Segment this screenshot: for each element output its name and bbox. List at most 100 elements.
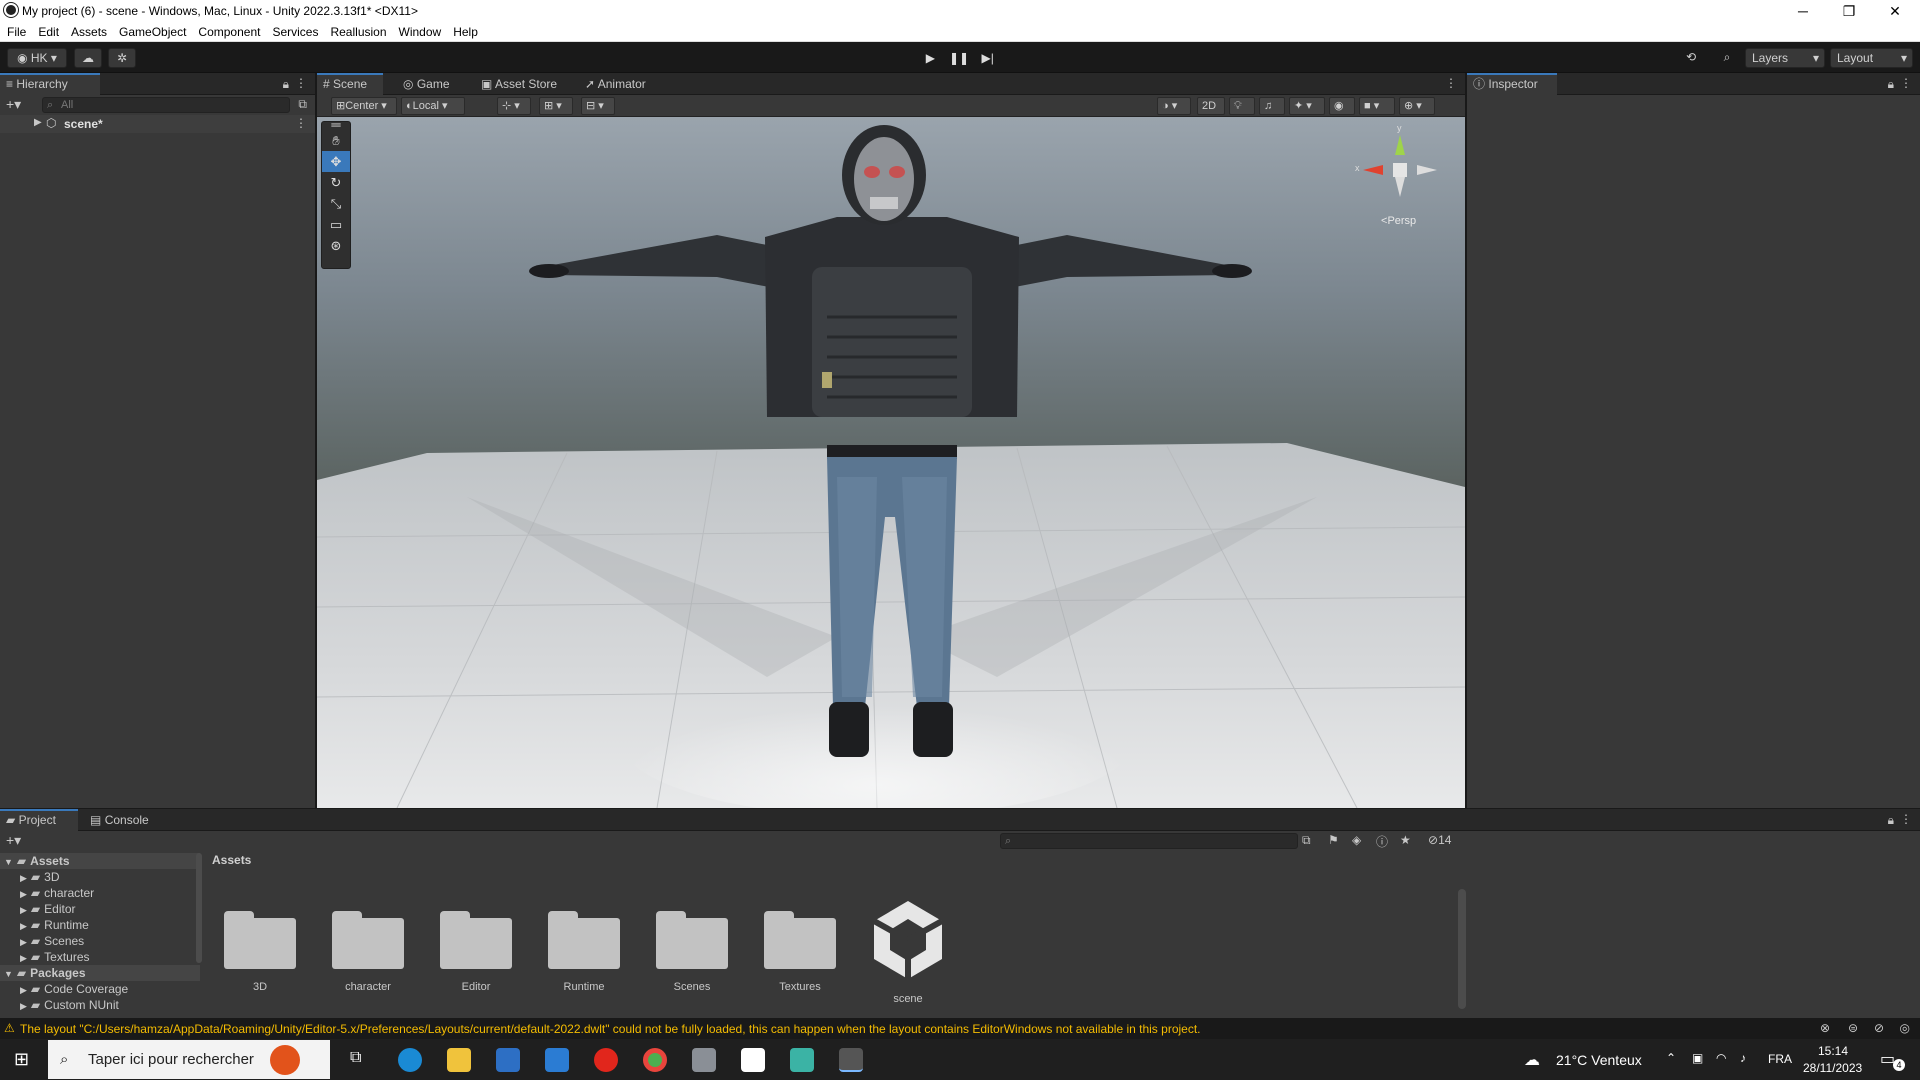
- cache-icon[interactable]: ⊜: [1848, 1021, 1858, 1035]
- menu-help[interactable]: Help: [446, 22, 483, 39]
- menu-file[interactable]: File: [0, 22, 31, 39]
- maximize-button[interactable]: ❐: [1826, 0, 1872, 22]
- collapsed-arrow-icon[interactable]: ▶: [20, 937, 27, 947]
- menu-gameobject[interactable]: GameObject: [112, 22, 191, 39]
- lighting-toggle[interactable]: 💡︎: [1229, 97, 1255, 115]
- search-icon[interactable]: ⌕: [1713, 48, 1741, 68]
- tab-inspector[interactable]: ⓘ Inspector: [1467, 73, 1557, 95]
- project-tree-item[interactable]: ▶ ▰ Code Coverage: [0, 981, 200, 997]
- asset-item[interactable]: Runtime: [534, 911, 634, 993]
- audio-toggle[interactable]: ♫: [1259, 97, 1285, 115]
- windows-start-icon[interactable]: ⊞: [14, 1049, 29, 1070]
- clock-date[interactable]: 28/11/2023: [1803, 1061, 1862, 1075]
- assets-breadcrumb[interactable]: Assets: [212, 853, 251, 867]
- move-tool-button[interactable]: ✥: [322, 151, 350, 172]
- project-tree-item[interactable]: ▶ ▰ Editor: [0, 901, 200, 917]
- file-explorer-icon[interactable]: [447, 1048, 471, 1072]
- hierarchy-search-input[interactable]: ⌕ All: [42, 97, 290, 113]
- volume-icon[interactable]: ♪: [1740, 1051, 1746, 1065]
- unity-hub-icon[interactable]: [741, 1048, 765, 1072]
- tab-hierarchy[interactable]: ≡ Hierarchy: [0, 73, 100, 95]
- menu-component[interactable]: Component: [191, 22, 265, 39]
- project-search-input[interactable]: ⌕: [1000, 833, 1298, 849]
- step-button[interactable]: ▶|: [973, 48, 1002, 68]
- label-icon[interactable]: ◈: [1352, 833, 1361, 847]
- collapsed-arrow-icon[interactable]: ▶: [20, 953, 27, 963]
- language-indicator[interactable]: FRA: [1768, 1052, 1792, 1066]
- favorite-icon[interactable]: ★: [1400, 833, 1411, 847]
- increment-snap[interactable]: ⊟ ▾: [581, 97, 615, 115]
- project-tree-item[interactable]: ▶ ▰ character: [0, 885, 200, 901]
- opera-icon[interactable]: [594, 1048, 618, 1072]
- scene-viewport[interactable]: ═ ✋︎ ✥ ↻ ⤡ ▭ ⊛ y x <Persp: [317, 117, 1465, 808]
- collapsed-arrow-icon[interactable]: ▶: [20, 921, 27, 931]
- tab-scene[interactable]: # Scene: [317, 73, 383, 95]
- menu-reallusion[interactable]: Reallusion: [323, 22, 391, 39]
- tab-game[interactable]: ◎ Game: [397, 73, 458, 95]
- wifi-icon[interactable]: ◠: [1716, 1051, 1726, 1065]
- collapsed-arrow-icon[interactable]: ▶: [20, 873, 27, 883]
- character-creator-icon[interactable]: [692, 1048, 716, 1072]
- history-icon[interactable]: ⟲: [1677, 48, 1705, 68]
- minimize-button[interactable]: ─: [1780, 0, 1826, 22]
- tab-animator[interactable]: ➚ Animator: [579, 73, 654, 95]
- asset-item[interactable]: Textures: [750, 911, 850, 993]
- snap-toggle[interactable]: ⊹ ▾: [497, 97, 531, 115]
- edge-icon[interactable]: [398, 1048, 422, 1072]
- projection-label[interactable]: <Persp: [1381, 215, 1416, 227]
- collapsed-arrow-icon[interactable]: ▶: [20, 1001, 27, 1011]
- asset-item[interactable]: Editor: [426, 911, 526, 993]
- project-tree-item[interactable]: ▶ ▰ Runtime: [0, 917, 200, 933]
- lock-icon[interactable]: 🔒︎: [1888, 77, 1894, 92]
- more-icon[interactable]: ⋮: [295, 116, 307, 130]
- menu-services[interactable]: Services: [265, 22, 323, 39]
- tab-asset-store[interactable]: ▣ Asset Store: [475, 73, 565, 95]
- transform-tool-button[interactable]: ⊛: [322, 235, 350, 256]
- collapsed-arrow-icon[interactable]: ▶: [20, 905, 27, 915]
- chrome-icon[interactable]: [643, 1048, 667, 1072]
- project-tree-item[interactable]: ▶ ▰ Custom NUnit: [0, 997, 200, 1013]
- more-icon[interactable]: ⋮: [295, 76, 307, 90]
- debug-icon[interactable]: ⊘: [1874, 1021, 1884, 1035]
- hidden-packages-counter[interactable]: ⊘14: [1428, 833, 1451, 847]
- collapsed-arrow-icon[interactable]: ▶: [20, 985, 27, 995]
- menu-window[interactable]: Window: [392, 22, 447, 39]
- menu-edit[interactable]: Edit: [31, 22, 64, 39]
- lock-icon[interactable]: 🔒︎: [283, 77, 289, 92]
- weather-text[interactable]: 21°C Venteux: [1556, 1052, 1642, 1068]
- effects-dropdown[interactable]: ✦ ▾: [1289, 97, 1325, 115]
- project-tree-item[interactable]: ▶ ▰ 3D: [0, 869, 200, 885]
- more-icon[interactable]: ⋮: [1900, 76, 1912, 90]
- mail-icon[interactable]: [545, 1048, 569, 1072]
- asset-item[interactable]: character: [318, 911, 418, 993]
- tree-scrollbar[interactable]: [196, 853, 202, 963]
- chevron-up-icon[interactable]: ⌃: [1666, 1051, 1676, 1065]
- progress-icon[interactable]: ⊗: [1820, 1021, 1830, 1035]
- account-dropdown[interactable]: ◉ HK ▾: [7, 48, 67, 68]
- hand-tool-button[interactable]: ✋︎: [322, 130, 350, 151]
- alert-icon[interactable]: ⓘ: [1376, 833, 1388, 850]
- store-icon[interactable]: [496, 1048, 520, 1072]
- scene-visibility-icon[interactable]: ⧉: [298, 97, 307, 112]
- grid-toggle[interactable]: ⊞ ▾: [539, 97, 573, 115]
- status-bar[interactable]: ⚠ The layout "C:/Users/hamza/AppData/Roa…: [0, 1018, 1920, 1039]
- cloud-icon[interactable]: ☁: [74, 48, 102, 68]
- code-optimization-icon[interactable]: ◎: [1900, 1021, 1910, 1035]
- add-object-button[interactable]: +▾: [6, 96, 21, 113]
- space-dropdown[interactable]: ◐Local ▾: [401, 97, 465, 115]
- project-tree-item[interactable]: ▼ ▰ Assets: [0, 853, 200, 869]
- more-icon[interactable]: ⋮: [1445, 76, 1457, 90]
- menu-assets[interactable]: Assets: [64, 22, 112, 39]
- expanded-arrow-icon[interactable]: ▼: [4, 857, 13, 867]
- task-view-icon[interactable]: ⧉: [350, 1049, 361, 1067]
- lock-icon[interactable]: 🔒︎: [1888, 813, 1894, 828]
- clock-time[interactable]: 15:14: [1818, 1044, 1848, 1058]
- drag-handle[interactable]: ═: [322, 118, 350, 131]
- rect-tool-button[interactable]: ▭: [322, 214, 350, 235]
- close-button[interactable]: ✕: [1872, 0, 1918, 22]
- toggle-2d-button[interactable]: 2D: [1197, 97, 1225, 115]
- expand-arrow-icon[interactable]: ▶: [34, 117, 42, 128]
- create-asset-button[interactable]: +▾: [6, 832, 21, 849]
- assets-scrollbar[interactable]: [1458, 889, 1466, 1009]
- layout-dropdown[interactable]: Layout ▾: [1830, 48, 1913, 68]
